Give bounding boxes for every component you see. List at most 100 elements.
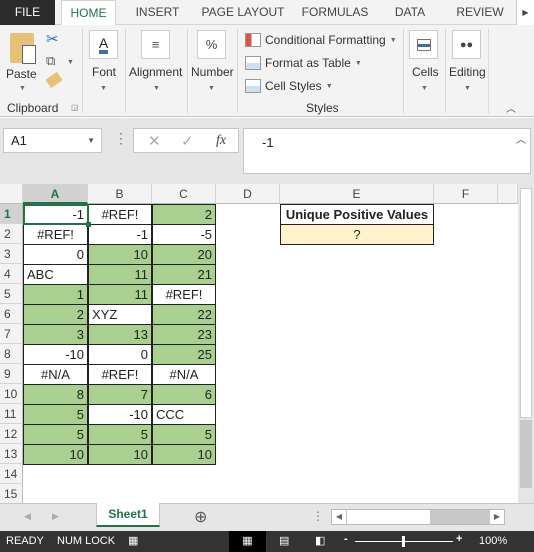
new-sheet-button[interactable]: ⊕ [194, 507, 207, 527]
macro-record-icon[interactable]: ▦ [128, 534, 138, 547]
vertical-scrollbar[interactable] [518, 184, 534, 503]
row-header-14[interactable]: 14 [0, 464, 23, 484]
cell-b13[interactable]: 10 [88, 444, 152, 465]
cell-c10[interactable]: 6 [152, 384, 216, 405]
cell-a12[interactable]: 5 [23, 424, 88, 445]
cell-b5[interactable]: 11 [88, 284, 152, 305]
cell-b7[interactable]: 13 [88, 324, 152, 345]
cell-styles-button[interactable]: Cell Styles ▼ [245, 76, 333, 96]
editing-button[interactable]: Editing [449, 65, 486, 79]
cell-a11[interactable]: 5 [23, 404, 88, 425]
tab-home[interactable]: HOME [61, 0, 116, 26]
zoom-slider-thumb[interactable] [402, 536, 405, 547]
cell-b9[interactable]: #REF! [88, 364, 152, 385]
find-binoculars-icon[interactable]: ●● [452, 30, 481, 59]
row-header-12[interactable]: 12 [0, 424, 23, 444]
cell-c3[interactable]: 20 [152, 244, 216, 265]
expand-formula-bar-icon[interactable]: ︿ [516, 131, 526, 146]
row-header-4[interactable]: 4 [0, 264, 23, 284]
cancel-icon[interactable]: ✕ [148, 132, 161, 150]
scroll-tabs-right-icon[interactable]: ▶ [516, 0, 534, 25]
column-header-a[interactable]: A [23, 184, 88, 204]
row-header-10[interactable]: 10 [0, 384, 23, 404]
cell-c11[interactable]: CCC [152, 404, 216, 425]
tab-page-layout[interactable]: PAGE LAYOUT [195, 0, 291, 25]
cells-button[interactable]: Cells [412, 65, 439, 79]
cell-c12[interactable]: 5 [152, 424, 216, 445]
column-header-f[interactable]: F [434, 184, 498, 204]
cell-a5[interactable]: 1 [23, 284, 88, 305]
cell-b3[interactable]: 10 [88, 244, 152, 265]
column-header-c[interactable]: C [152, 184, 216, 204]
row-header-2[interactable]: 2 [0, 224, 23, 244]
cell-b11[interactable]: -10 [88, 404, 152, 425]
result-header-e1[interactable]: Unique Positive Values [280, 204, 434, 225]
paste-button[interactable]: Paste [6, 67, 37, 81]
cell-c4[interactable]: 21 [152, 264, 216, 285]
format-painter-icon[interactable] [45, 71, 63, 89]
row-header-11[interactable]: 11 [0, 404, 23, 424]
cell-c6[interactable]: 22 [152, 304, 216, 325]
column-header-d[interactable]: D [216, 184, 280, 204]
cell-c8[interactable]: 25 [152, 344, 216, 365]
cut-icon[interactable]: ✂ [46, 30, 59, 48]
number-button[interactable]: Number [191, 65, 234, 79]
dialog-launcher-icon[interactable]: ◲ [71, 103, 79, 112]
row-header-15[interactable]: 15 [0, 484, 23, 504]
tab-data[interactable]: DATA [385, 0, 435, 25]
alignment-button[interactable]: Alignment [129, 65, 182, 79]
zoom-out-button[interactable]: - [344, 533, 348, 545]
column-header-e[interactable]: E [280, 184, 434, 204]
scroll-left-icon[interactable]: ◀ [332, 510, 346, 524]
format-as-table-button[interactable]: Format as Table ▼ [245, 53, 362, 73]
cell-c5[interactable]: #REF! [152, 284, 216, 305]
insert-function-button[interactable]: fx [216, 133, 226, 149]
worksheet-grid[interactable]: A B C D E F 1 2 3 4 5 6 7 8 9 10 11 12 13 14 15 -1 #REF! 2 #REF!… [0, 184, 518, 504]
cell-c7[interactable]: 23 [152, 324, 216, 345]
page-break-view-icon[interactable]: ◧ [315, 534, 325, 547]
cell-c13[interactable]: 10 [152, 444, 216, 465]
vertical-scroll-track[interactable] [520, 420, 532, 488]
cell-b6[interactable]: XYZ [88, 304, 152, 325]
cell-a3[interactable]: 0 [23, 244, 88, 265]
tab-review[interactable]: REVIEW [445, 0, 515, 25]
next-sheet-icon[interactable]: ▶ [52, 511, 59, 522]
cell-a10[interactable]: 8 [23, 384, 88, 405]
cell-b12[interactable]: 5 [88, 424, 152, 445]
cell-b4[interactable]: 11 [88, 264, 152, 285]
conditional-formatting-button[interactable]: Conditional Formatting ▼ [245, 30, 397, 50]
row-header-1[interactable]: 1 [0, 204, 23, 224]
percent-icon[interactable]: % [197, 30, 226, 59]
collapse-ribbon-icon[interactable]: ︿ [506, 100, 516, 115]
name-box[interactable]: A1 ▼ [3, 128, 102, 153]
formula-input[interactable]: -1 ︿ [243, 128, 531, 174]
scroll-right-icon[interactable]: ▶ [490, 510, 504, 524]
horizontal-scroll-thumb[interactable] [347, 510, 430, 524]
cell-a2[interactable]: #REF! [23, 224, 88, 245]
cell-c9[interactable]: #N/A [152, 364, 216, 385]
result-cell-e2[interactable]: ? [280, 224, 434, 245]
name-box-dropdown-icon[interactable]: ▼ [87, 129, 95, 152]
cell-b8[interactable]: 0 [88, 344, 152, 365]
copy-icon[interactable]: ⧉ [46, 53, 55, 69]
cell-a9[interactable]: #N/A [23, 364, 88, 385]
fill-handle[interactable] [86, 222, 91, 227]
cell-a7[interactable]: 3 [23, 324, 88, 345]
alignment-icon[interactable]: ≡ [141, 30, 170, 59]
row-header-5[interactable]: 5 [0, 284, 23, 304]
column-header-b[interactable]: B [88, 184, 152, 204]
prev-sheet-icon[interactable]: ◀ [24, 511, 31, 522]
cell-b2[interactable]: -1 [88, 224, 152, 245]
row-header-13[interactable]: 13 [0, 444, 23, 464]
cell-a6[interactable]: 2 [23, 304, 88, 325]
horizontal-scrollbar[interactable]: ◀ ▶ [331, 509, 505, 525]
font-icon[interactable]: A [89, 30, 118, 59]
tab-formulas[interactable]: FORMULAS [300, 0, 370, 25]
tab-insert[interactable]: INSERT [125, 0, 190, 25]
cell-a13[interactable]: 10 [23, 444, 88, 465]
cell-c1[interactable]: 2 [152, 204, 216, 225]
cell-b1[interactable]: #REF! [88, 204, 152, 225]
normal-view-icon[interactable]: ▦ [229, 531, 266, 552]
page-layout-view-icon[interactable]: ▤ [279, 534, 289, 547]
font-button[interactable]: Font [92, 65, 116, 79]
